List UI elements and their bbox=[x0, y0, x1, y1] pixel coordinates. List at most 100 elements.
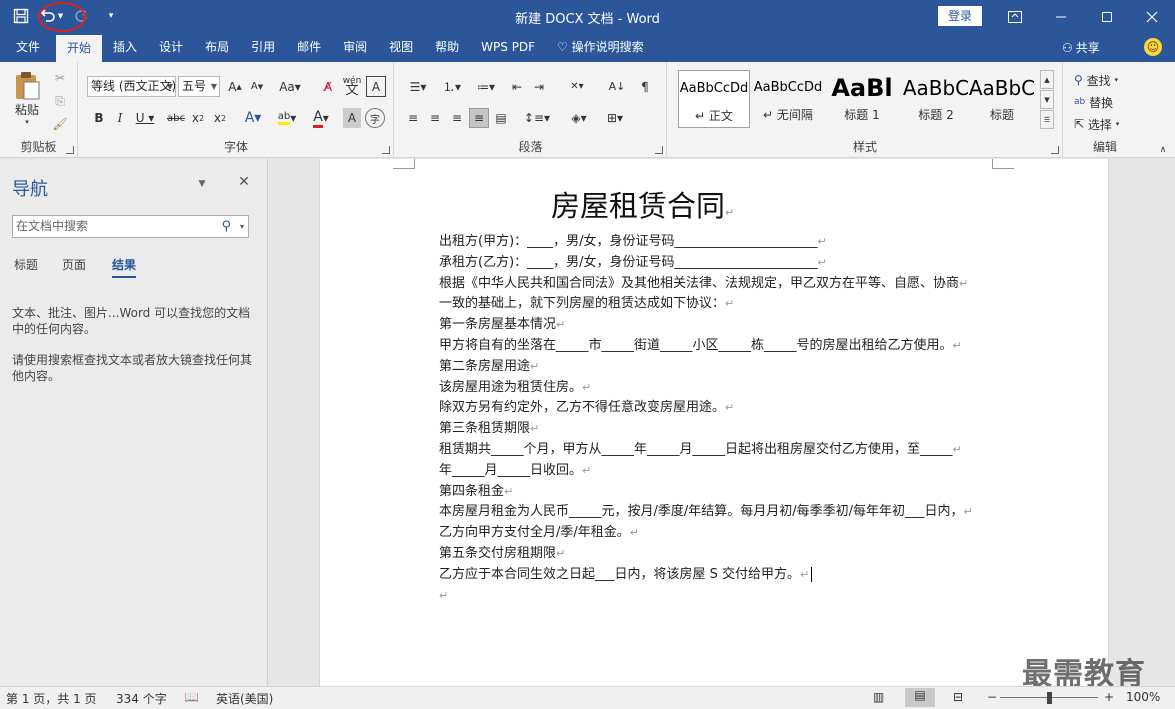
search-dropdown-icon[interactable]: ▾ bbox=[240, 216, 244, 237]
document-line[interactable]: 乙方应于本合同生效之日起___日内，将该房屋 S 交付给甲方。↵ bbox=[439, 565, 999, 586]
change-case-icon[interactable]: Aa▾ bbox=[276, 76, 304, 97]
character-shading-icon[interactable]: A bbox=[343, 108, 361, 128]
styles-scroll-down-icon[interactable]: ▼ bbox=[1040, 90, 1054, 109]
text-effects-icon[interactable]: A▾ bbox=[239, 108, 267, 128]
styles-scroll-up-icon[interactable]: ▲ bbox=[1040, 70, 1054, 89]
document-line[interactable]: 除双方另有约定外，乙方不得任意改变房屋用途。↵ bbox=[439, 398, 999, 419]
tab-mailings[interactable]: 邮件 bbox=[286, 33, 332, 62]
phonetic-guide-icon[interactable]: wén 文 bbox=[342, 74, 362, 98]
nav-tab-headings[interactable]: 标题 bbox=[14, 256, 38, 273]
styles-launcher-icon[interactable] bbox=[1051, 146, 1059, 154]
styles-more-icon[interactable]: ☰ bbox=[1040, 110, 1054, 129]
clipboard-launcher-icon[interactable] bbox=[66, 146, 74, 154]
tab-layout[interactable]: 布局 bbox=[194, 33, 240, 62]
bold-icon[interactable]: B bbox=[91, 108, 107, 128]
tell-me-search[interactable]: ♡ 操作说明搜索 bbox=[546, 33, 655, 62]
style-normal[interactable]: AaBbCcDd ↵ 正文 bbox=[678, 70, 750, 128]
document-line[interactable]: 出租方(甲方)：____，男/女，身份证号码__________________… bbox=[439, 232, 999, 253]
close-icon[interactable] bbox=[1129, 0, 1175, 33]
chinese-layout-icon[interactable]: ✕▾ bbox=[561, 76, 593, 97]
document-line[interactable]: 甲方将自有的坐落在_____市_____街道_____小区_____栋_____… bbox=[439, 336, 999, 357]
highlight-color-icon[interactable]: ab ▾ bbox=[273, 108, 301, 128]
tab-references[interactable]: 引用 bbox=[240, 33, 286, 62]
style-heading-1[interactable]: AaBl 标题 1 bbox=[826, 70, 898, 128]
paste-button[interactable]: 粘贴 ▾ bbox=[8, 68, 46, 128]
vertical-scrollbar[interactable] bbox=[1110, 159, 1175, 686]
nav-options-icon[interactable]: ▼ bbox=[195, 177, 209, 191]
document-line[interactable]: 乙方向甲方支付全月/季/年租金。↵ bbox=[439, 523, 999, 544]
nav-tab-pages[interactable]: 页面 bbox=[62, 256, 86, 273]
zoom-in-icon[interactable]: + bbox=[1104, 690, 1114, 704]
font-color-icon[interactable]: A ▾ bbox=[307, 108, 335, 128]
read-mode-icon[interactable]: ▥ bbox=[873, 690, 884, 704]
document-line[interactable]: 第一条房屋基本情况↵ bbox=[439, 315, 999, 336]
ribbon-display-options-icon[interactable] bbox=[992, 0, 1038, 33]
numbering-icon[interactable]: ⒈▾ bbox=[437, 76, 467, 97]
borders-icon[interactable]: ⊞▾ bbox=[599, 108, 631, 128]
bullets-icon[interactable]: ☰▾ bbox=[403, 76, 433, 97]
select-button[interactable]: ⇱ 选择 ▾ bbox=[1074, 114, 1119, 134]
document-line[interactable]: 第二条房屋用途↵ bbox=[439, 357, 999, 378]
document-line[interactable]: 年_____月_____日收回。↵ bbox=[439, 461, 999, 482]
superscript-icon[interactable]: x2 bbox=[211, 108, 229, 128]
grow-font-icon[interactable]: A ▲ bbox=[226, 76, 244, 97]
nav-tab-results[interactable]: 结果 bbox=[112, 256, 137, 278]
decrease-indent-icon[interactable]: ⇤ bbox=[507, 76, 527, 97]
collapse-ribbon-icon[interactable]: ∧ bbox=[1156, 144, 1170, 156]
document-line[interactable]: 承租方(乙方)：____，男/女，身份证号码__________________… bbox=[439, 253, 999, 274]
font-name-combo[interactable]: 等线 (西文正文) ▼ bbox=[87, 76, 176, 97]
maximize-icon[interactable] bbox=[1084, 0, 1130, 33]
print-layout-icon[interactable]: ▤ bbox=[905, 688, 935, 707]
document-page[interactable]: 房屋租赁合同↵ 出租方(甲方)：____，男/女，身份证号码__________… bbox=[319, 159, 1109, 686]
sort-icon[interactable]: A↓ bbox=[607, 76, 627, 97]
copy-icon[interactable]: ⎘ bbox=[50, 91, 70, 111]
enclose-characters-icon[interactable]: 字 bbox=[365, 108, 385, 128]
format-painter-icon[interactable]: 🖌 bbox=[50, 114, 70, 134]
zoom-level[interactable]: 100% bbox=[1126, 690, 1160, 704]
italic-icon[interactable]: I bbox=[112, 108, 128, 128]
character-border-icon[interactable]: A bbox=[366, 76, 386, 97]
document-line[interactable]: 根据《中华人民共和国合同法》及其他相关法律、法规规定，甲乙双方在平等、自愿、协商… bbox=[439, 274, 999, 295]
feedback-smiley-icon[interactable]: ☺ bbox=[1144, 38, 1162, 56]
font-size-combo[interactable]: 五号 ▼ bbox=[178, 76, 220, 97]
show-marks-icon[interactable]: ¶ bbox=[635, 76, 655, 97]
zoom-out-icon[interactable]: − bbox=[987, 690, 997, 704]
document-line[interactable]: 第五条交付房租期限↵ bbox=[439, 544, 999, 565]
paragraph-launcher-icon[interactable] bbox=[655, 146, 663, 154]
strikethrough-icon[interactable]: abc bbox=[165, 108, 187, 128]
align-center-icon[interactable]: ≡ bbox=[425, 108, 445, 128]
zoom-slider-thumb[interactable] bbox=[1047, 692, 1052, 704]
font-launcher-icon[interactable] bbox=[382, 146, 390, 154]
document-line[interactable]: 租赁期共_____个月，甲方从_____年_____月_____日起将出租房屋交… bbox=[439, 440, 999, 461]
tab-help[interactable]: 帮助 bbox=[424, 33, 470, 62]
align-left-icon[interactable]: ≡ bbox=[403, 108, 423, 128]
cut-icon[interactable]: ✂ bbox=[50, 68, 70, 88]
document-line[interactable]: 该房屋用途为租赁住房。↵ bbox=[439, 378, 999, 399]
document-line[interactable]: 第三条租赁期限↵ bbox=[439, 419, 999, 440]
nav-close-icon[interactable]: ✕ bbox=[236, 174, 252, 190]
search-icon[interactable]: ⚲ bbox=[221, 216, 231, 237]
align-right-icon[interactable]: ≡ bbox=[447, 108, 467, 128]
document-line[interactable]: ↵ bbox=[439, 586, 999, 607]
share-button[interactable]: ⚇ 共享 bbox=[1062, 39, 1100, 56]
page-count[interactable]: 第 1 页，共 1 页 bbox=[6, 690, 97, 707]
style-no-spacing[interactable]: AaBbCcDd ↵ 无间隔 bbox=[752, 70, 824, 128]
proofing-icon[interactable]: 📖 bbox=[184, 690, 199, 704]
replace-button[interactable]: ab 替换 bbox=[1074, 92, 1113, 112]
line-spacing-icon[interactable]: ↕≡▾ bbox=[521, 108, 553, 128]
style-title[interactable]: AaBbC 标题 bbox=[966, 70, 1038, 128]
underline-icon[interactable]: U ▾ bbox=[133, 108, 157, 128]
clear-formatting-icon[interactable]: A̸ bbox=[318, 76, 338, 97]
document-body[interactable]: 出租方(甲方)：____，男/女，身份证号码__________________… bbox=[439, 232, 999, 606]
tab-insert[interactable]: 插入 bbox=[102, 33, 148, 62]
tab-wps-pdf[interactable]: WPS PDF bbox=[470, 33, 546, 62]
shading-icon[interactable]: ◈▾ bbox=[563, 108, 595, 128]
language-indicator[interactable]: 英语(美国) bbox=[216, 690, 273, 707]
tab-file[interactable]: 文件 bbox=[0, 33, 56, 62]
tab-home[interactable]: 开始 bbox=[56, 35, 103, 62]
multilevel-list-icon[interactable]: ≔▾ bbox=[471, 76, 501, 97]
web-layout-icon[interactable]: ⊟ bbox=[953, 690, 963, 704]
document-line[interactable]: 第四条租金↵ bbox=[439, 482, 999, 503]
tab-design[interactable]: 设计 bbox=[148, 33, 194, 62]
find-button[interactable]: ⚲ 查找 ▾ bbox=[1074, 70, 1118, 90]
